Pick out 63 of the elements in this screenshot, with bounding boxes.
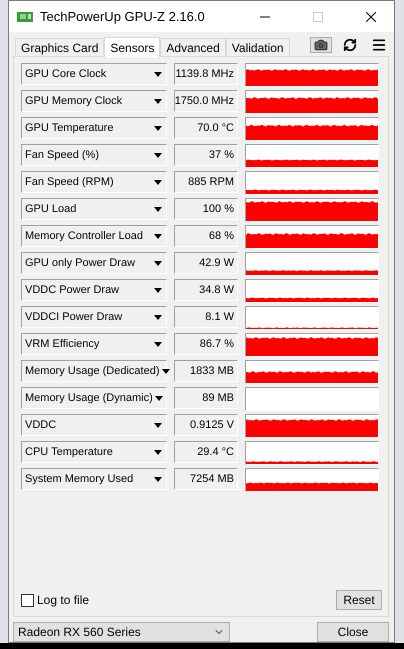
caret-icon [154,152,162,158]
caret-icon [154,422,162,428]
sensor-value: 0.9125 V [174,414,238,436]
sensor-value: 86.7 % [174,333,238,355]
sensor-dropdown[interactable]: Memory Usage (Dynamic) [21,387,167,409]
sensor-dropdown[interactable]: GPU Core Clock [21,63,167,85]
caret-icon [162,368,170,374]
tab[interactable]: Graphics Card [15,38,104,56]
sensor-dropdown[interactable]: VRM Efficiency [21,333,167,355]
sensor-dropdown[interactable]: VDDC [21,414,167,436]
sensor-value: 29.4 °C [174,441,238,463]
sensor-dropdown[interactable]: Memory Controller Load [21,225,167,247]
sensor-dropdown[interactable]: GPU only Power Draw [21,252,167,274]
graphics-card-icon [17,10,33,22]
sensor-dropdown[interactable]: GPU Temperature [21,117,167,139]
caret-icon [154,260,162,266]
sensor-dropdown[interactable]: Fan Speed (%) [21,144,167,166]
sensor-dropdown[interactable]: CPU Temperature [21,441,167,463]
sensor-value: 68 % [174,225,238,247]
caret-icon [154,180,162,184]
tab[interactable]: Sensors [104,37,160,57]
caret-icon [154,126,162,130]
sensor-dropdown[interactable]: GPU Memory Clock [21,90,167,112]
sensor-dropdown[interactable]: GPU Load [21,198,167,220]
sensor-value: 37 % [174,144,238,166]
camera-icon [314,38,328,52]
caret-icon [154,206,162,212]
gpu-select[interactable]: Radeon RX 560 Series [13,622,230,642]
refresh-icon[interactable] [343,38,357,52]
sensor-value: 70.0 °C [174,117,238,139]
sensor-value: 8.1 W [174,306,238,328]
sensor-value: 34.8 W [174,279,238,301]
caret-icon [154,72,162,76]
caret-icon [154,476,162,482]
sensor-value: 89 MB [174,387,238,409]
sensor-dropdown[interactable]: VDDCI Power Draw [21,306,167,328]
caret-icon [154,450,162,454]
sensor-dropdown[interactable]: Fan Speed (RPM) [21,171,167,193]
sensor-dropdown[interactable]: Memory Usage (Dedicated) [21,360,167,382]
sensor-value: 1833 MB [174,360,238,382]
tab[interactable]: Advanced [160,38,226,56]
sensor-value: 1139.8 MHz [174,63,238,85]
caret-icon [154,288,162,292]
sensor-value: 1750.0 MHz [174,90,238,112]
sensor-value: 42.9 W [174,252,238,274]
sensor-dropdown[interactable]: VDDC Power Draw [21,279,167,301]
window-title: TechPowerUp GPU-Z 2.16.0 [40,9,206,24]
reset-button[interactable]: Reset [336,590,382,610]
caret-icon [154,396,163,400]
caret-icon [154,234,162,238]
camera-button[interactable] [310,37,332,53]
close-icon[interactable] [366,12,376,22]
caret-icon [154,98,162,104]
sensor-dropdown[interactable]: System Memory Used [21,468,167,490]
menu-icon[interactable] [371,37,387,53]
close-button[interactable]: Close [317,622,389,642]
log-to-file-checkbox[interactable]: Log to file [21,593,90,607]
tab[interactable]: Validation [226,38,290,56]
sensor-value: 7254 MB [174,468,238,490]
caret-icon [154,342,162,346]
caret-icon [154,314,162,320]
sensor-value: 100 % [174,198,238,220]
sensor-value: 885 RPM [174,171,238,193]
